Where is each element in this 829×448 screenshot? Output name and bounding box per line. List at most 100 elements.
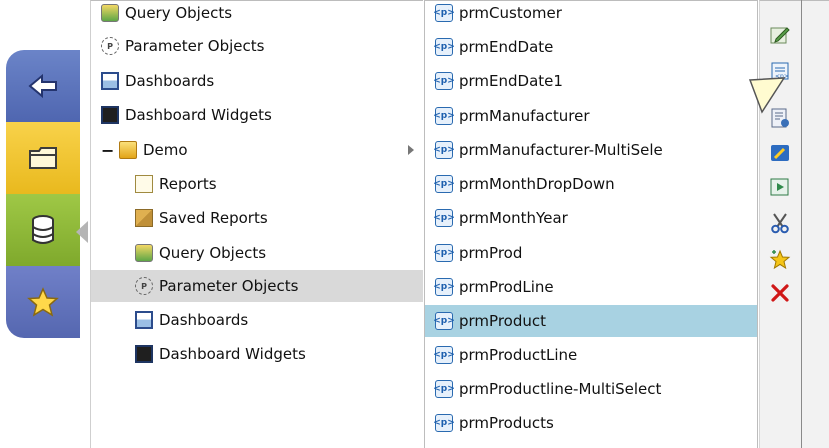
parameter-icon: <p> xyxy=(433,72,455,90)
cut-button[interactable] xyxy=(767,210,793,236)
add-favorite-button[interactable] xyxy=(767,246,793,272)
parameter-list-panel: <p> prmCustomer <p> prmEndDate <p> prmEndDate… xyxy=(424,0,758,448)
tree-item-label: Dashboard Widgets xyxy=(159,345,306,363)
parameter-icon: <p> xyxy=(433,380,455,398)
parameter-list-item[interactable]: <p> prmCustomer xyxy=(425,1,757,29)
tree-item-dashboard-widgets[interactable]: Dashboard Widgets xyxy=(91,99,423,131)
parameter-list-item-label: prmCustomer xyxy=(459,4,562,22)
dashboards-icon xyxy=(101,72,119,90)
run-button[interactable] xyxy=(767,174,793,200)
parameter-list-item[interactable]: <p> prmProductline-MultiSelect xyxy=(425,373,757,405)
tree-item-label: Query Objects xyxy=(125,4,233,22)
toolbar-divider xyxy=(801,0,802,448)
saved-reports-icon xyxy=(135,209,153,227)
chevron-right-icon[interactable] xyxy=(408,145,414,155)
parameter-list-item[interactable]: <p> prmProdLine xyxy=(425,271,757,303)
delete-button[interactable] xyxy=(767,280,793,306)
tree-item-label: Reports xyxy=(159,175,217,193)
tree-item-label: Dashboards xyxy=(125,72,215,90)
folder-tree-panel: Query Objects P Parameter Objects Dashbo… xyxy=(90,0,423,448)
tree-item-reports[interactable]: Reports xyxy=(91,168,423,200)
parameter-list-item-label: prmProd xyxy=(459,244,523,262)
parameter-objects-icon: P xyxy=(135,277,153,295)
nav-favorites-button[interactable] xyxy=(6,266,80,338)
parameter-list-item[interactable]: <p> prmMonthDropDown xyxy=(425,168,757,200)
delete-x-icon xyxy=(771,284,789,302)
wizard-button[interactable] xyxy=(767,140,793,166)
left-nav xyxy=(0,0,88,448)
parameter-list-item-label: prmProductLine xyxy=(459,346,578,364)
tree-item-demo-folder[interactable]: − Demo xyxy=(91,134,423,166)
parameter-list-item-label: prmProduct xyxy=(459,312,546,330)
dashboard-widgets-icon xyxy=(101,106,119,124)
parameter-list-item[interactable]: <p> prmProducts xyxy=(425,407,757,439)
tree-item-saved-reports[interactable]: Saved Reports xyxy=(91,202,423,234)
database-icon xyxy=(32,215,54,244)
pencil-edit-icon xyxy=(770,27,790,44)
parameter-icon: <p> xyxy=(433,414,455,432)
parameter-icon: <p> xyxy=(433,278,455,296)
parameter-icon: <p> xyxy=(433,175,455,193)
parameter-list-item[interactable]: <p> prmEndDate1 xyxy=(425,65,757,97)
tree-item-demo-dashboard-widgets[interactable]: Dashboard Widgets xyxy=(91,338,423,370)
parameter-icon: <p> xyxy=(433,346,455,364)
tree-item-label: Parameter Objects xyxy=(125,37,265,55)
parameter-list-item-label: prmEndDate1 xyxy=(459,72,563,90)
run-icon xyxy=(770,178,789,196)
tree-item-label: Parameter Objects xyxy=(159,277,299,295)
nav-recent-button[interactable] xyxy=(6,50,80,122)
parameter-list-item-label: prmEndDate xyxy=(459,38,554,56)
cursor-pointer-icon xyxy=(748,77,786,114)
parameter-icon: <p> xyxy=(433,4,455,22)
tree-item-label: Dashboards xyxy=(159,311,249,329)
dashboards-icon xyxy=(135,311,153,329)
nav-folders-button[interactable] xyxy=(6,122,80,194)
reports-icon xyxy=(135,175,153,193)
tree-item-query-objects[interactable]: Query Objects xyxy=(91,1,423,29)
edit-button[interactable] xyxy=(767,22,793,48)
parameter-list-item-label: prmProductline-MultiSelect xyxy=(459,380,662,398)
tree-item-label: Saved Reports xyxy=(159,209,268,227)
tree-item-label: Query Objects xyxy=(159,244,267,262)
tree-item-label: Demo xyxy=(143,141,188,159)
parameter-icon: <p> xyxy=(433,141,455,159)
parameter-objects-icon: P xyxy=(101,37,119,55)
query-objects-icon xyxy=(135,244,153,262)
star-icon xyxy=(27,287,59,317)
parameter-list-item[interactable]: <p> prmMonthYear xyxy=(425,202,757,234)
query-objects-icon xyxy=(101,4,119,22)
parameter-icon: <p> xyxy=(433,107,455,125)
parameter-list-item[interactable]: <p> prmProd xyxy=(425,237,757,269)
parameter-list-item-label: prmMonthYear xyxy=(459,209,568,227)
parameter-list-item-label: prmManufacturer-MultiSele xyxy=(459,141,663,159)
tree-item-dashboards[interactable]: Dashboards xyxy=(91,65,423,97)
parameter-list-item[interactable]: <p> prmManufacturer-MultiSele xyxy=(425,134,757,166)
scissors-icon xyxy=(771,213,789,234)
parameter-list-item-label: prmMonthDropDown xyxy=(459,175,615,193)
tree-item-label: Dashboard Widgets xyxy=(125,106,272,124)
back-arrow-icon xyxy=(28,73,57,99)
parameter-list-item-label: prmManufacturer xyxy=(459,107,590,125)
folder-icon xyxy=(29,147,57,169)
collapse-toggle[interactable]: − xyxy=(101,141,115,160)
tree-item-demo-dashboards[interactable]: Dashboards xyxy=(91,304,423,336)
folder-icon xyxy=(119,141,137,159)
tree-item-demo-parameter-objects[interactable]: P Parameter Objects xyxy=(91,270,423,302)
dashboard-widgets-icon xyxy=(135,345,153,363)
star-plus-icon xyxy=(769,249,791,270)
parameter-icon: <p> xyxy=(433,244,455,262)
nav-database-button[interactable] xyxy=(6,194,80,266)
tree-item-demo-query-objects[interactable]: Query Objects xyxy=(91,237,423,269)
parameter-list-item[interactable]: <p> prmProduct xyxy=(425,305,757,337)
parameter-list-item-label: prmProdLine xyxy=(459,278,554,296)
tree-item-parameter-objects[interactable]: P Parameter Objects xyxy=(91,30,423,62)
parameter-icon: <p> xyxy=(433,38,455,56)
parameter-list-item[interactable]: <p> prmProductLine xyxy=(425,339,757,371)
parameter-icon: <p> xyxy=(433,209,455,227)
parameter-list-item-label: prmProducts xyxy=(459,414,554,432)
wizard-icon xyxy=(771,145,789,161)
parameter-icon: <p> xyxy=(433,312,455,330)
parameter-list-item[interactable]: <p> prmManufacturer xyxy=(425,100,757,132)
nav-active-pointer xyxy=(76,221,88,243)
parameter-list-item[interactable]: <p> prmEndDate xyxy=(425,31,757,63)
